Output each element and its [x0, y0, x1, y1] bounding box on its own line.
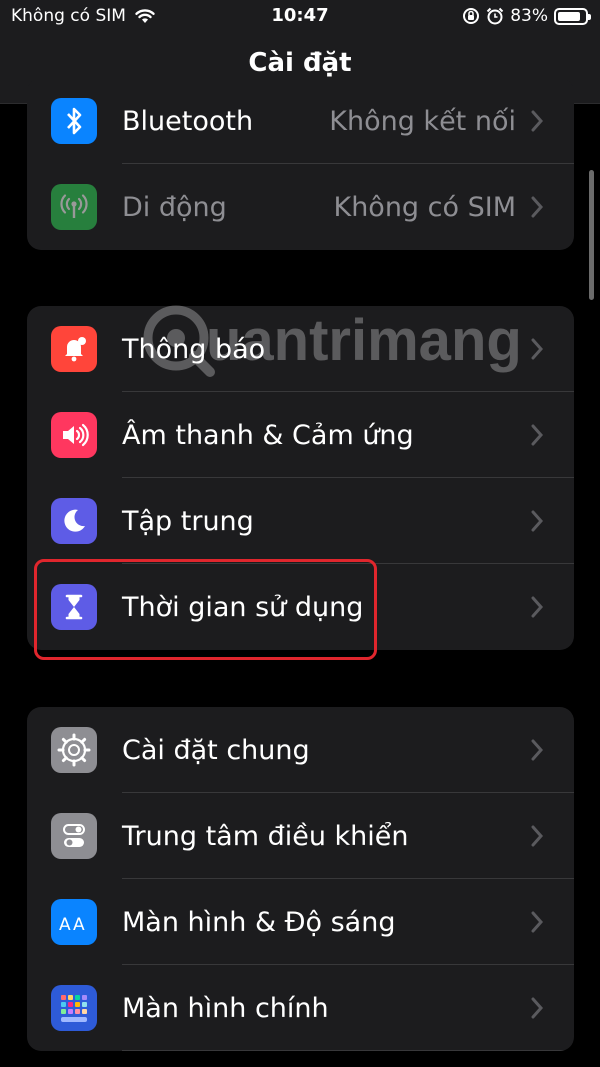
focus-label: Tập trung — [122, 505, 254, 537]
svg-text:A: A — [73, 915, 85, 935]
row-home-screen[interactable]: Màn hình chính — [27, 965, 574, 1051]
separator — [122, 1050, 574, 1051]
chevron-right-icon — [531, 825, 544, 847]
row-cellular[interactable]: Di động Không có SIM — [27, 164, 574, 250]
chevron-right-icon — [531, 739, 544, 761]
battery-fill — [558, 11, 580, 21]
moon-icon — [51, 498, 97, 544]
settings-group-connectivity: Bluetooth Không kết nối Di động Không có… — [27, 78, 574, 250]
bluetooth-label: Bluetooth — [122, 105, 254, 137]
alarm-icon — [486, 7, 504, 25]
chevron-right-icon — [531, 510, 544, 532]
text-size-icon: A A — [51, 899, 97, 945]
scroll-indicator[interactable] — [589, 170, 594, 300]
battery-icon — [554, 7, 591, 25]
toggles-icon — [51, 813, 97, 859]
hourglass-icon — [51, 584, 97, 630]
chevron-right-icon — [531, 911, 544, 933]
row-focus[interactable]: Tập trung — [27, 478, 574, 564]
home-grid-icon — [51, 985, 97, 1031]
chevron-right-icon — [531, 110, 544, 132]
svg-text:A: A — [59, 915, 71, 935]
chevron-right-icon — [531, 997, 544, 1019]
status-right: 83% — [462, 6, 591, 26]
bluetooth-status: Không kết nối — [329, 105, 516, 137]
speaker-icon — [51, 412, 97, 458]
cellular-status: Không có SIM — [333, 191, 516, 223]
bluetooth-icon — [51, 98, 97, 144]
row-notifications[interactable]: Thông báo — [27, 306, 574, 392]
general-label: Cài đặt chung — [122, 734, 310, 766]
cellular-label: Di động — [122, 191, 227, 223]
row-bluetooth[interactable]: Bluetooth Không kết nối — [27, 78, 574, 164]
row-sounds-haptics[interactable]: Âm thanh & Cảm ứng — [27, 392, 574, 478]
display-brightness-label: Màn hình & Độ sáng — [122, 906, 396, 938]
control-center-label: Trung tâm điều khiển — [122, 820, 409, 852]
page-title: Cài đặt — [248, 48, 352, 78]
chevron-right-icon — [531, 424, 544, 446]
row-screen-time[interactable]: Thời gian sử dụng — [27, 564, 574, 650]
notifications-label: Thông báo — [122, 333, 266, 365]
sounds-haptics-label: Âm thanh & Cảm ứng — [122, 419, 414, 451]
battery-percent: 83% — [510, 6, 548, 26]
gear-icon — [51, 727, 97, 773]
chevron-right-icon — [531, 196, 544, 218]
chevron-right-icon — [531, 596, 544, 618]
chevron-right-icon — [531, 338, 544, 360]
rotation-lock-icon — [463, 8, 480, 24]
home-screen-label: Màn hình chính — [122, 992, 329, 1024]
row-display-brightness[interactable]: A A Màn hình & Độ sáng — [27, 879, 574, 965]
settings-group-notifications: Thông báo Âm thanh & Cảm ứng Tập trung T… — [27, 306, 574, 650]
row-control-center[interactable]: Trung tâm điều khiển — [27, 793, 574, 879]
bell-icon — [51, 326, 97, 372]
row-general[interactable]: Cài đặt chung — [27, 707, 574, 793]
settings-group-general: Cài đặt chung Trung tâm điều khiển A A M… — [27, 707, 574, 1051]
status-bar: Không có SIM 10:47 83% — [0, 0, 600, 34]
screen-time-label: Thời gian sử dụng — [122, 591, 364, 623]
antenna-icon — [51, 184, 97, 230]
